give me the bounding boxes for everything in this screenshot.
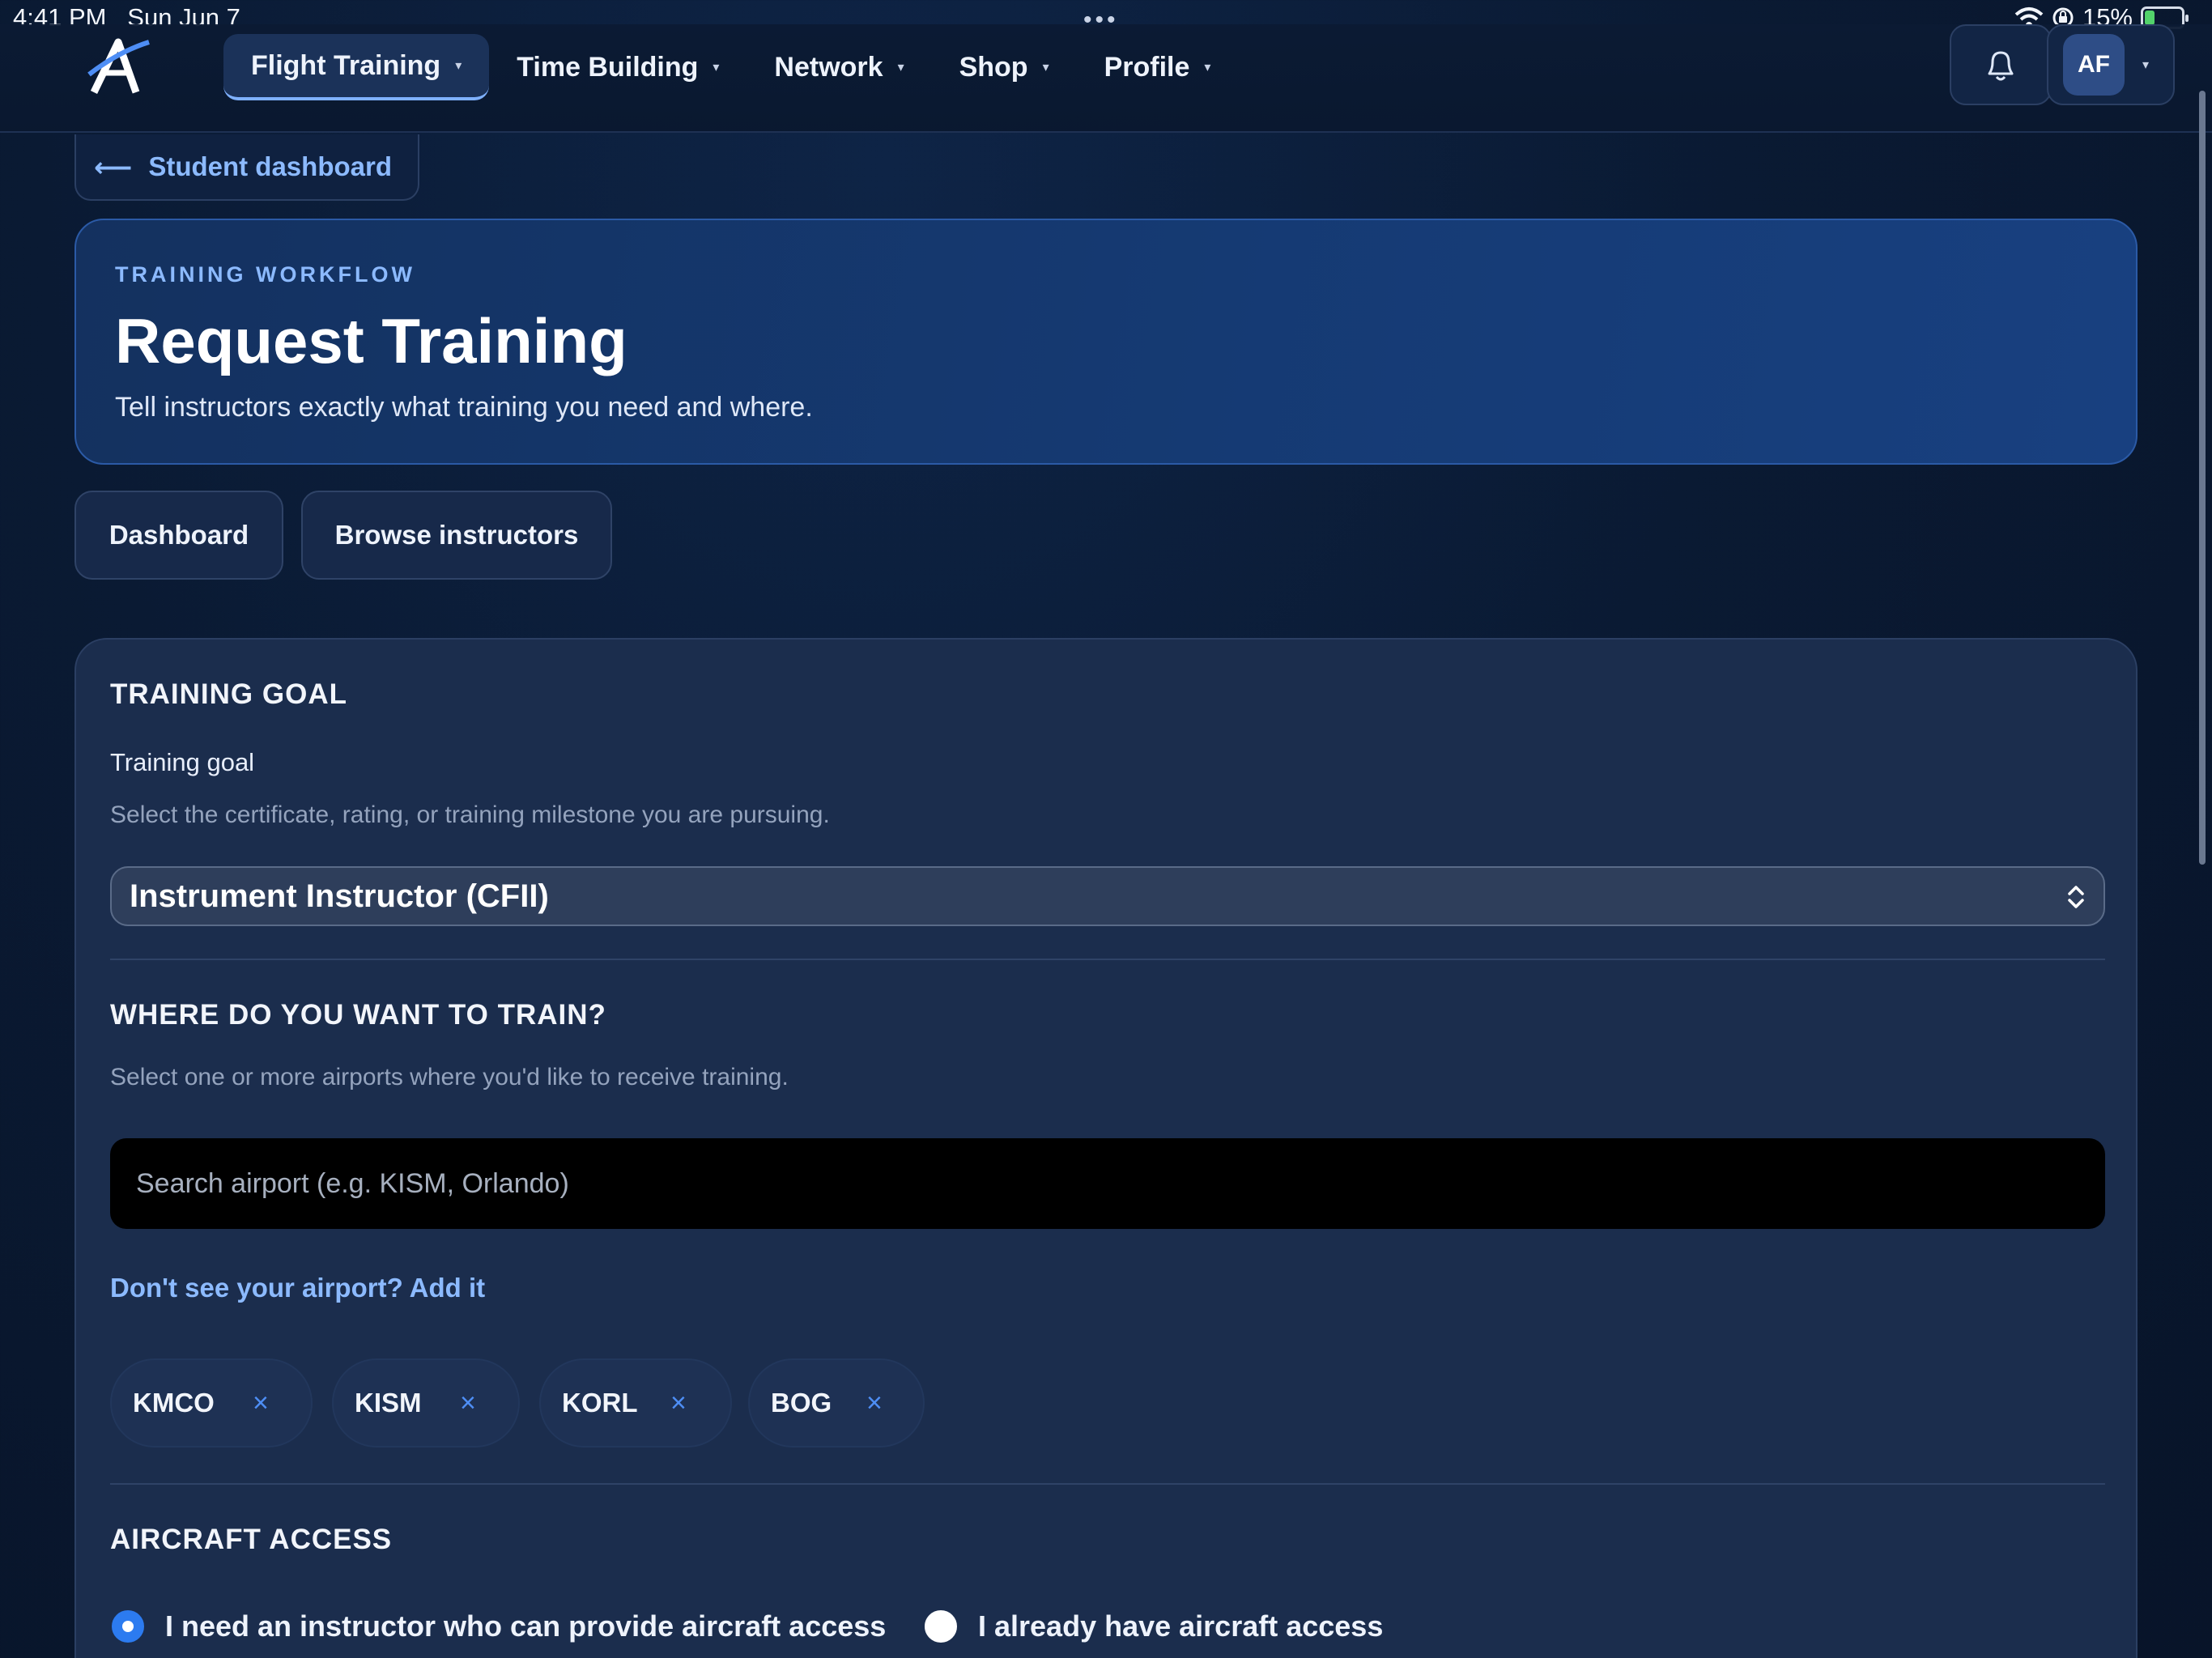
avatar: AF <box>2063 34 2125 96</box>
aircraft-option-have-access[interactable]: I already have aircraft access <box>925 1609 1383 1643</box>
section-divider <box>110 1483 2105 1485</box>
chevron-down-icon: ▾ <box>1042 61 1049 74</box>
back-to-student-dashboard-button[interactable]: ⟵ Student dashboard <box>74 134 419 201</box>
chevron-down-icon: ▾ <box>455 59 462 73</box>
airport-search-input[interactable] <box>110 1138 2105 1229</box>
request-training-form: TRAINING GOAL Training goal Select the c… <box>74 638 2138 1658</box>
nav-label: Shop <box>959 51 1028 83</box>
add-airport-link[interactable]: Don't see your airport? Add it <box>110 1273 485 1303</box>
airport-chip-korl: KORL × <box>539 1358 732 1448</box>
page-subtitle: Tell instructors exactly what training y… <box>115 392 813 423</box>
close-icon[interactable]: × <box>253 1388 269 1419</box>
section-divider <box>110 959 2105 960</box>
chevron-down-icon: ▾ <box>1204 61 1211 74</box>
airport-chip-bog: BOG × <box>748 1358 925 1448</box>
nav-profile[interactable]: Profile ▾ <box>1077 34 1239 100</box>
nav-shop[interactable]: Shop ▾ <box>932 34 1077 100</box>
chevron-down-icon: ▾ <box>713 61 720 74</box>
nav-flight-training[interactable]: Flight Training ▾ <box>223 34 490 100</box>
nav-network[interactable]: Network ▾ <box>747 34 931 100</box>
training-goal-select[interactable]: Instrument Instructor (CFII) <box>110 866 2105 926</box>
nav-label: Time Building <box>517 51 699 83</box>
browse-instructors-button[interactable]: Browse instructors <box>301 491 612 580</box>
page-header-card: TRAINING WORKFLOW Request Training Tell … <box>74 219 2138 465</box>
airport-chip-kmco: KMCO × <box>110 1358 313 1448</box>
arrow-left-icon: ⟵ <box>94 151 133 182</box>
training-goal-help: Select the certificate, rating, or train… <box>110 801 830 828</box>
top-navigation: Flight Training ▾ Time Building ▾ Networ… <box>0 24 2212 133</box>
notifications-button[interactable] <box>1950 24 2052 105</box>
nav-label: Network <box>774 51 883 83</box>
close-icon[interactable]: × <box>866 1388 883 1419</box>
airport-chip-label: KISM <box>355 1388 422 1418</box>
chevron-down-icon: ▾ <box>897 61 904 74</box>
page-title: Request Training <box>115 305 627 376</box>
aircraft-access-section-title: AIRCRAFT ACCESS <box>110 1524 393 1555</box>
aircraft-option-label: I already have aircraft access <box>978 1609 1384 1643</box>
bell-icon <box>1988 51 2014 81</box>
training-goal-section-title: TRAINING GOAL <box>110 678 347 710</box>
page-scrollbar[interactable] <box>2199 91 2206 865</box>
airport-chip-label: KORL <box>562 1388 638 1418</box>
nav-time-building[interactable]: Time Building ▾ <box>489 34 747 100</box>
where-section-title: WHERE DO YOU WANT TO TRAIN? <box>110 999 606 1031</box>
close-icon[interactable]: × <box>460 1388 476 1419</box>
training-goal-value: Instrument Instructor (CFII) <box>130 878 549 914</box>
chevron-down-icon: ▾ <box>2142 58 2150 72</box>
dashboard-button[interactable]: Dashboard <box>74 491 283 580</box>
back-link-label: Student dashboard <box>148 151 392 181</box>
airport-chip-kism: KISM × <box>332 1358 520 1448</box>
aircraft-option-need-access[interactable]: I need an instructor who can provide air… <box>112 1609 886 1643</box>
app-logo-icon[interactable] <box>86 36 151 97</box>
where-help: Select one or more airports where you'd … <box>110 1064 789 1090</box>
close-icon[interactable]: × <box>670 1388 687 1419</box>
airport-chip-label: KMCO <box>133 1388 215 1418</box>
aircraft-option-label: I need an instructor who can provide air… <box>165 1609 887 1643</box>
training-goal-label: Training goal <box>110 748 255 776</box>
main-menu: Flight Training ▾ Time Building ▾ Networ… <box>223 34 1238 100</box>
nav-label: Profile <box>1104 51 1190 83</box>
select-arrows-icon <box>2068 886 2084 908</box>
nav-label: Flight Training <box>251 49 441 81</box>
page-eyebrow: TRAINING WORKFLOW <box>115 262 415 287</box>
account-menu-button[interactable]: AF ▾ <box>2047 24 2175 105</box>
radio-unchecked-icon[interactable] <box>925 1610 957 1643</box>
radio-checked-icon[interactable] <box>112 1610 144 1643</box>
airport-chip-label: BOG <box>771 1388 832 1418</box>
